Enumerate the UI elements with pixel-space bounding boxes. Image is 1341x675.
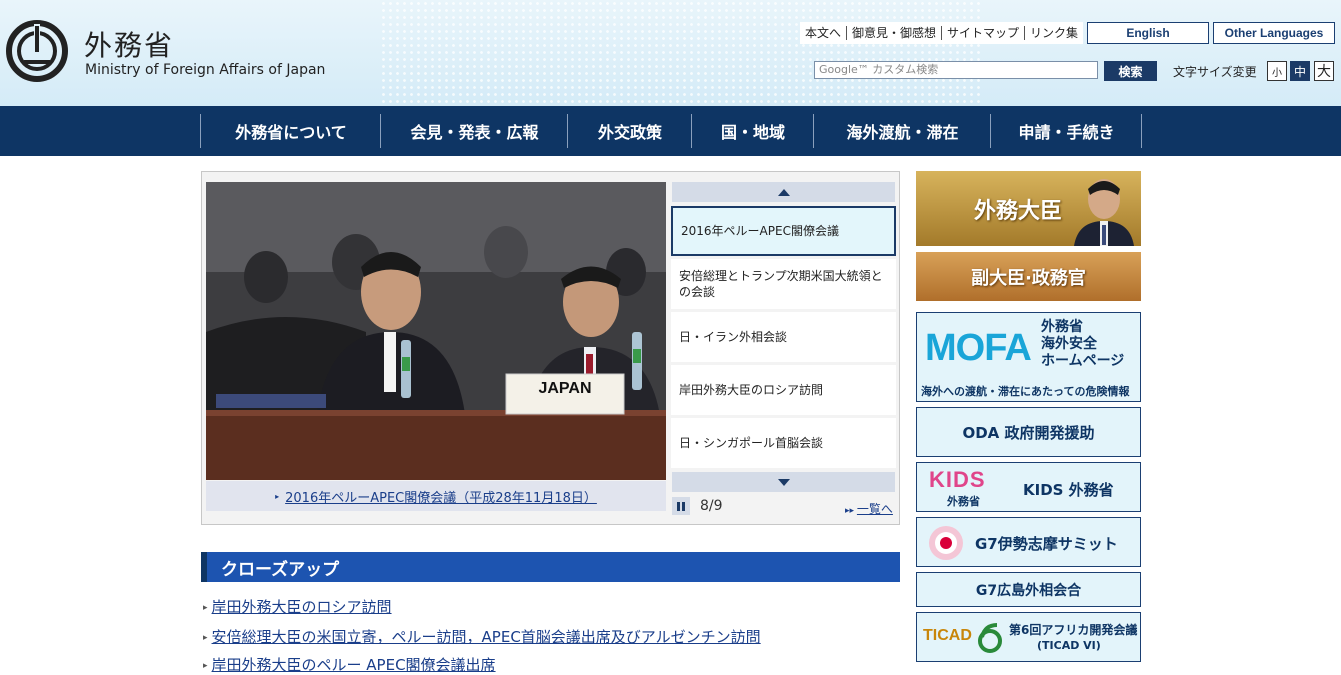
vice-minister-banner[interactable]: 副大臣·政務官 — [916, 252, 1141, 301]
font-size-medium-button[interactable]: 中 — [1290, 61, 1310, 81]
links-page-link[interactable]: リンク集 — [1025, 26, 1083, 40]
double-arrow-icon: ▸▸ — [845, 506, 857, 516]
caption-arrow-icon: ▸ — [275, 491, 280, 501]
world-map-decoration — [380, 0, 980, 106]
overseas-safety-banner[interactable]: MOFA 外務省 海外安全 ホームページ 海外への渡航・滞在にあたっての危険情報 — [916, 312, 1141, 402]
closeup-item[interactable]: ▸ 安倍総理大臣の米国立寄，ペルー訪問，APEC首脳会議出席及びアルゼンチン訪問 — [203, 626, 761, 647]
ticad-banner[interactable]: TICAD 第6回アフリカ開発会議 (TICAD VI) — [916, 612, 1141, 662]
english-button[interactable]: English — [1087, 22, 1209, 44]
font-size-large-button[interactable]: 大 — [1314, 61, 1334, 81]
search-button[interactable]: 検索 — [1104, 61, 1157, 81]
g7-emblem-icon — [929, 526, 963, 560]
search-input[interactable]: Google™ カスタム検索 — [814, 61, 1098, 79]
global-nav: 外務省について 会見・発表・広報 外交政策 国・地域 海外渡航・滞在 申請・手続… — [0, 106, 1341, 156]
arrow-down-icon — [777, 478, 790, 486]
arrow-up-icon — [777, 188, 790, 196]
g7-ise-shima-banner[interactable]: G7伊勢志摩サミット — [916, 517, 1141, 567]
kids-banner-label: KIDS 外務省 — [1023, 481, 1114, 499]
overseas-safety-title: 外務省 海外安全 ホームページ — [1041, 319, 1125, 369]
slider-down-button[interactable] — [672, 472, 895, 492]
closeup-item[interactable]: ▸ 岸田外務大臣のロシア訪問 — [203, 596, 392, 617]
slider-item-apec[interactable]: 2016年ペルーAPEC閣僚会議 — [671, 206, 896, 256]
pause-icon — [677, 501, 680, 511]
kids-banner[interactable]: KIDS 外務省 KIDS 外務省 — [916, 462, 1141, 512]
slide-photo[interactable]: JAPAN — [206, 182, 666, 480]
ticad-six-emblem-icon — [978, 623, 1002, 653]
font-size-small-button[interactable]: 小 — [1267, 61, 1287, 81]
slider-item-russia[interactable]: 岸田外務大臣のロシア訪問 — [671, 365, 896, 415]
closeup-item[interactable]: ▸ 岸田外務大臣のペルー APEC閣僚会議出席 — [203, 654, 496, 675]
slider-item-trump[interactable]: 安倍総理とトランプ次期米国大統領との会談 — [671, 259, 896, 309]
font-size-label: 文字サイズ変更 — [1173, 65, 1257, 79]
slider-counter: 8/9 — [700, 498, 723, 514]
other-languages-button[interactable]: Other Languages — [1213, 22, 1335, 44]
skip-to-content-link[interactable]: 本文へ — [800, 26, 848, 40]
slide-caption-link[interactable]: 2016年ペルーAPEC閣僚会議（平成28年11月18日） — [285, 487, 597, 506]
bullet-icon: ▸ — [203, 602, 208, 613]
slider-pause-button[interactable] — [672, 497, 690, 515]
slider-item-singapore[interactable]: 日・シンガポール首脳会談 — [671, 418, 896, 468]
kids-logo: KIDS — [929, 467, 986, 492]
minister-portrait-icon — [1074, 179, 1134, 246]
site-header: 外務省 Ministry of Foreign Affairs of Japan… — [0, 0, 1341, 106]
utility-links: 本文へ 御意見・御感想 サイトマップ リンク集 — [800, 22, 1084, 44]
g7-hiroshima-banner[interactable]: G7広島外相会合 — [916, 572, 1141, 607]
slider-list-link[interactable]: ▸▸ 一覧へ — [845, 500, 893, 517]
site-title[interactable]: 外務省 — [84, 24, 174, 64]
closeup-heading: クローズアップ — [201, 552, 900, 582]
mofa-emblem-icon[interactable] — [6, 20, 68, 82]
nav-regions[interactable]: 国・地域 — [691, 114, 814, 148]
oda-banner[interactable]: ODA 政府開発援助 — [916, 407, 1141, 457]
minister-banner[interactable]: 外務大臣 — [916, 171, 1141, 246]
conference-photo-illustration — [206, 182, 666, 480]
overseas-safety-subtitle: 海外への渡航・滞在にあたっての危険情報 — [921, 385, 1130, 398]
nav-travel[interactable]: 海外渡航・滞在 — [813, 114, 991, 148]
slide-nameplate: JAPAN — [538, 380, 592, 397]
site-subtitle: Ministry of Foreign Affairs of Japan — [85, 62, 326, 78]
minister-banner-label: 外務大臣 — [974, 199, 1063, 224]
nav-divider — [1141, 114, 1142, 148]
nav-about[interactable]: 外務省について — [200, 114, 381, 148]
ticad-title: 第6回アフリカ開発会議 — [1009, 623, 1138, 637]
nav-procedures[interactable]: 申請・手続き — [990, 114, 1142, 148]
slide-caption[interactable]: ▸ 2016年ペルーAPEC閣僚会議（平成28年11月18日） — [206, 481, 666, 511]
sitemap-link[interactable]: サイトマップ — [942, 26, 1026, 40]
slider-up-button[interactable] — [672, 182, 895, 202]
ticad-logo: TICAD — [923, 627, 972, 644]
nav-press[interactable]: 会見・発表・広報 — [380, 114, 568, 148]
mofa-logo: MOFA — [925, 327, 1032, 369]
bullet-icon: ▸ — [203, 660, 208, 671]
kids-logo-sub: 外務省 — [947, 495, 980, 508]
bullet-icon: ▸ — [203, 632, 208, 643]
nav-policy[interactable]: 外交政策 — [567, 114, 692, 148]
slider-item-iran[interactable]: 日・イラン外相会談 — [671, 312, 896, 362]
ticad-subtitle: (TICAD VI) — [1037, 639, 1101, 652]
g7-banner-label: G7伊勢志摩サミット — [975, 535, 1118, 553]
feedback-link[interactable]: 御意見・御感想 — [847, 26, 943, 40]
